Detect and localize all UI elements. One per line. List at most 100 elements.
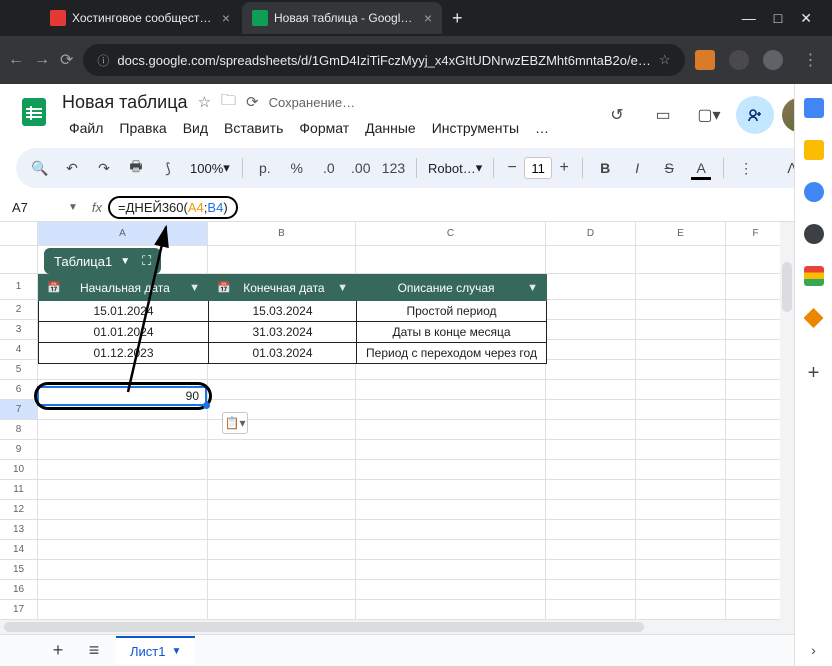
undo-button[interactable]: ↶ — [58, 154, 86, 182]
chevron-down-icon[interactable]: ▼ — [189, 282, 200, 294]
vertical-scrollbar[interactable] — [780, 222, 794, 652]
close-window-icon[interactable]: ✕ — [800, 10, 812, 27]
currency-button[interactable]: р. — [251, 154, 279, 182]
row-header-11[interactable]: 11 — [0, 480, 38, 500]
chevron-down-icon[interactable]: ▼ — [527, 282, 538, 294]
row-header-1[interactable]: 1 — [0, 274, 38, 300]
font-size-input[interactable] — [524, 157, 552, 179]
calendar-addon-icon[interactable] — [804, 98, 824, 118]
row-header-17[interactable]: 17 — [0, 600, 38, 620]
new-tab-button[interactable]: + — [444, 8, 471, 29]
search-menus-icon[interactable]: 🔍 — [26, 154, 54, 182]
decrease-decimal-button[interactable]: .0 — [315, 154, 343, 182]
row-header-10[interactable]: 10 — [0, 460, 38, 480]
strikethrough-button[interactable]: S — [655, 154, 683, 182]
ext-icon-2[interactable] — [729, 50, 749, 70]
menu-file[interactable]: Файл — [62, 116, 110, 140]
col-header-E[interactable]: E — [636, 222, 726, 246]
forward-button[interactable]: → — [34, 51, 50, 69]
menu-view[interactable]: Вид — [176, 116, 215, 140]
menu-edit[interactable]: Правка — [112, 116, 173, 140]
browser-tab-1[interactable]: Новая таблица - Google Табли × — [242, 2, 442, 34]
name-box-arrow-icon[interactable]: ▼ — [60, 202, 86, 213]
menu-tools[interactable]: Инструменты — [425, 116, 526, 140]
increase-decimal-button[interactable]: .00 — [347, 154, 375, 182]
share-button[interactable] — [736, 96, 774, 134]
active-cell-A7[interactable]: 90 — [37, 386, 207, 406]
site-info-icon[interactable]: ⓘ — [97, 52, 109, 69]
doc-title[interactable]: Новая таблица — [62, 92, 188, 113]
cloud-icon[interactable]: ⟳ — [246, 93, 259, 111]
row-header-7[interactable]: 7 — [0, 400, 38, 420]
row-header-16[interactable]: 16 — [0, 580, 38, 600]
close-icon[interactable]: × — [222, 10, 230, 26]
row-header-14[interactable]: 14 — [0, 540, 38, 560]
history-button[interactable]: ↺ — [598, 96, 636, 134]
percent-button[interactable]: % — [283, 154, 311, 182]
paint-format-button[interactable]: ⟆ — [154, 154, 182, 182]
all-sheets-button[interactable]: ≡ — [80, 637, 108, 665]
print-button[interactable]: 🖶 — [122, 154, 150, 182]
col-header-B[interactable]: B — [208, 222, 356, 246]
sheet-tab-1[interactable]: Лист1 ▼ — [116, 636, 195, 665]
menu-data[interactable]: Данные — [358, 116, 423, 140]
maximize-icon[interactable]: □ — [774, 10, 782, 27]
addon-icon[interactable] — [804, 308, 824, 328]
zoom-select[interactable]: 100% ▾ — [186, 154, 234, 182]
tasks-addon-icon[interactable] — [804, 182, 824, 202]
bookmark-icon[interactable]: ☆ — [659, 52, 671, 68]
url-input[interactable]: ⓘ docs.google.com/spreadsheets/d/1GmD4Iz… — [83, 44, 684, 76]
table-chip[interactable]: Таблица1 ▼ ⛶ — [44, 248, 161, 274]
row-header-2[interactable]: 2 — [0, 300, 38, 320]
select-all-corner[interactable] — [0, 222, 38, 246]
contacts-addon-icon[interactable] — [804, 224, 824, 244]
redo-button[interactable]: ↷ — [90, 154, 118, 182]
col-header-A[interactable]: A — [38, 222, 208, 246]
number-format-button[interactable]: 123 — [379, 154, 408, 182]
move-icon[interactable]: 🗀 — [221, 90, 236, 115]
row-header-8[interactable]: 8 — [0, 420, 38, 440]
get-addons-button[interactable]: + — [808, 362, 820, 385]
row-header-9[interactable]: 9 — [0, 440, 38, 460]
row-header-15[interactable]: 15 — [0, 560, 38, 580]
hide-side-panel-button[interactable]: › — [811, 642, 816, 658]
chevron-down-icon[interactable]: ▼ — [171, 646, 181, 657]
chevron-down-icon[interactable]: ▼ — [337, 282, 348, 294]
ext-icon-3[interactable] — [763, 50, 783, 70]
comments-button[interactable]: ▭ — [644, 96, 682, 134]
minimize-icon[interactable]: ― — [742, 10, 756, 27]
paste-options-button[interactable]: 📋▾ — [222, 412, 248, 434]
row-header-4[interactable]: 4 — [0, 340, 38, 360]
col-header-F[interactable]: F — [726, 222, 786, 246]
row-header-12[interactable]: 12 — [0, 500, 38, 520]
name-box[interactable]: A7 — [6, 200, 60, 215]
row-header-5[interactable]: 5 — [0, 360, 38, 380]
bold-button[interactable]: B — [591, 154, 619, 182]
back-button[interactable]: ← — [8, 51, 24, 69]
menu-format[interactable]: Формат — [292, 116, 356, 140]
keep-addon-icon[interactable] — [804, 140, 824, 160]
menu-more[interactable]: … — [528, 116, 556, 140]
star-icon[interactable]: ☆ — [198, 93, 211, 111]
reload-button[interactable]: ⟳ — [60, 50, 73, 70]
table-header-1[interactable]: 📅Конечная дата▼ — [209, 275, 357, 301]
sheets-logo-icon[interactable] — [16, 94, 52, 130]
italic-button[interactable]: I — [623, 154, 651, 182]
formula-input[interactable]: =ДНЕЙ360(A4;B4) — [108, 196, 832, 219]
menu-button[interactable]: ⋮ — [797, 50, 825, 70]
close-icon[interactable]: × — [424, 10, 432, 26]
table-header-2[interactable]: Описание случая▼ — [357, 275, 547, 301]
row-header-13[interactable]: 13 — [0, 520, 38, 540]
maps-addon-icon[interactable] — [804, 266, 824, 286]
table-expand-icon[interactable]: ⛶ — [142, 253, 151, 269]
fill-handle[interactable] — [203, 402, 210, 409]
meet-button[interactable]: ▢▾ — [690, 96, 728, 134]
increase-size-button[interactable]: + — [554, 157, 574, 179]
add-sheet-button[interactable]: + — [44, 637, 72, 665]
more-tools-button[interactable]: ⋮ — [732, 154, 760, 182]
font-select[interactable]: Robot… ▾ — [425, 154, 485, 182]
ext-icon-1[interactable] — [695, 50, 715, 70]
decrease-size-button[interactable]: − — [502, 157, 522, 179]
row-header-3[interactable]: 3 — [0, 320, 38, 340]
col-header-D[interactable]: D — [546, 222, 636, 246]
